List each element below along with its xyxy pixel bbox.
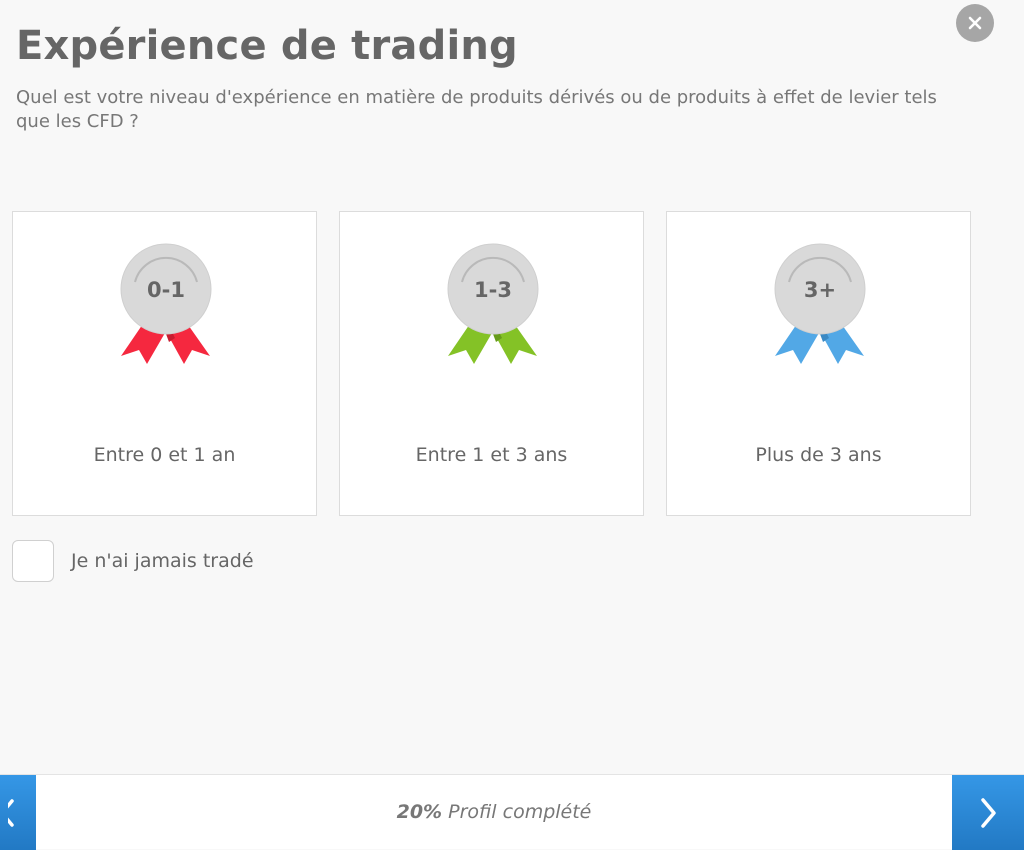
footer-bar: 20% Profil complété — [0, 774, 1024, 850]
option-card-1-3[interactable]: 1-3 Entre 1 et 3 ans — [339, 211, 644, 516]
medal-icon: 0-1 — [119, 242, 213, 402]
chevron-right-icon — [981, 797, 996, 828]
page-title: Expérience de trading — [16, 23, 518, 69]
never-traded-option[interactable]: Je n'ai jamais tradé — [12, 540, 254, 582]
badge-text: 3+ — [804, 278, 836, 302]
option-caption: Plus de 3 ans — [755, 444, 882, 466]
option-caption: Entre 1 et 3 ans — [415, 444, 568, 466]
badge-text: 0-1 — [147, 278, 185, 302]
chevron-left-icon — [8, 798, 14, 827]
option-card-0-1[interactable]: 0-1 Entre 0 et 1 an — [12, 211, 317, 516]
medal-icon: 1-3 — [446, 242, 540, 402]
never-traded-label: Je n'ai jamais tradé — [71, 550, 254, 572]
progress-label: Profil complété — [448, 801, 592, 823]
never-traded-checkbox[interactable] — [12, 540, 54, 582]
close-icon — [968, 16, 982, 30]
close-button[interactable] — [956, 4, 994, 42]
badge-text: 1-3 — [474, 278, 512, 302]
question-text: Quel est votre niveau d'expérience en ma… — [16, 87, 937, 132]
progress-percent: 20% — [396, 801, 443, 823]
progress-status: 20% Profil complété — [36, 775, 952, 850]
option-card-3-plus[interactable]: 3+ Plus de 3 ans — [666, 211, 971, 516]
next-button[interactable] — [952, 775, 1024, 850]
option-caption: Entre 0 et 1 an — [93, 444, 236, 466]
previous-button[interactable] — [0, 775, 36, 850]
medal-icon: 3+ — [773, 242, 867, 402]
